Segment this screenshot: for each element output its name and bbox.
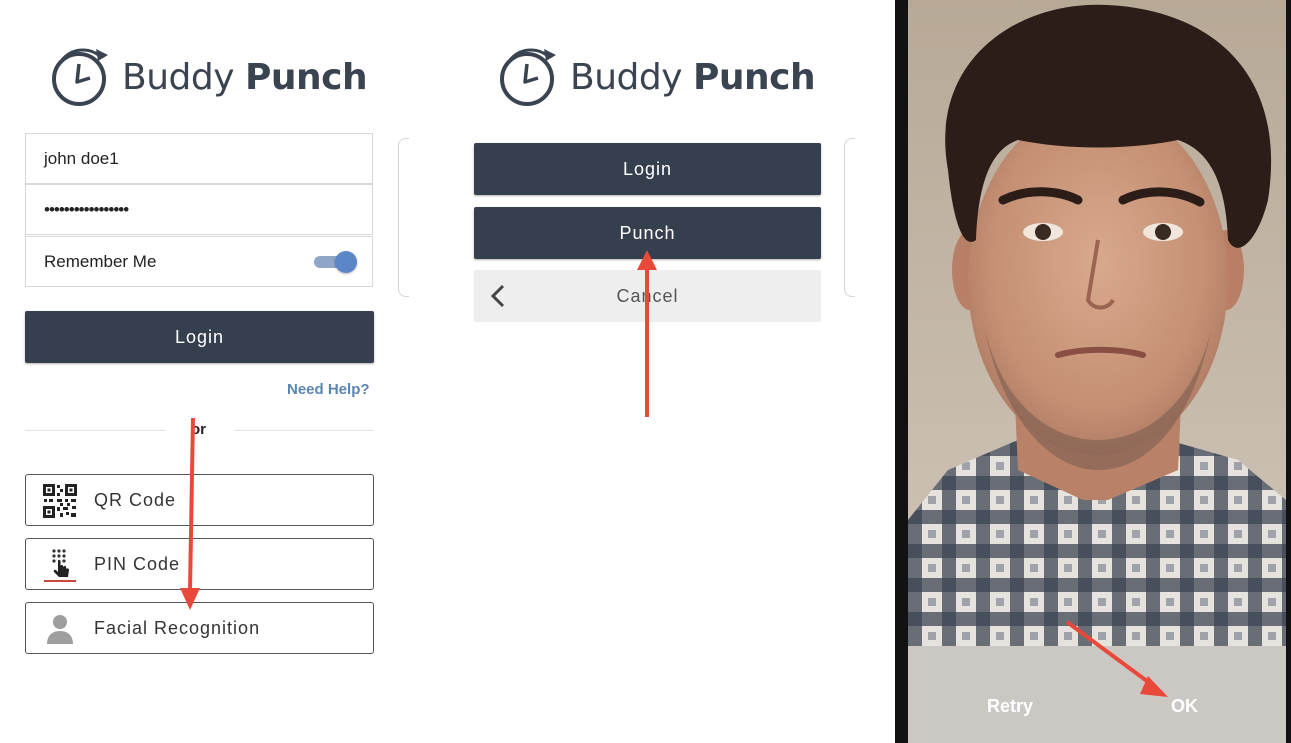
remember-me-label: Remember Me: [44, 252, 157, 271]
qr-code-icon: [42, 483, 78, 519]
buddy-punch-logo-2: Buddy Punch: [498, 46, 816, 108]
need-help-link[interactable]: Need Help?: [287, 381, 370, 398]
facial-recognition-label: Facial Recognition: [94, 618, 261, 638]
divider-right: [235, 430, 374, 431]
logo-text: Buddy Punch: [122, 56, 368, 98]
clock-logo-icon: [500, 48, 556, 106]
password-field[interactable]: •••••••••••••••••: [25, 184, 373, 235]
clock-logo-icon: [52, 48, 108, 106]
cancel-button[interactable]: Cancel: [474, 270, 821, 322]
login-button[interactable]: Login: [25, 311, 374, 363]
card-edge-left: [398, 138, 409, 297]
cancel-label: Cancel: [616, 286, 679, 306]
qr-code-label: QR Code: [94, 490, 177, 510]
remember-me-toggle[interactable]: [314, 251, 357, 273]
ok-button[interactable]: OK: [1171, 696, 1198, 717]
username-field[interactable]: john doe1: [25, 133, 373, 184]
username-value: john doe1: [44, 149, 119, 168]
pin-keypad-icon: [42, 547, 78, 583]
login-button-2[interactable]: Login: [474, 143, 821, 195]
facial-recognition-option[interactable]: Facial Recognition: [25, 602, 374, 654]
or-separator: or: [191, 421, 206, 438]
pin-code-label: PIN Code: [94, 554, 181, 574]
divider-left: [25, 430, 165, 431]
logo-text: Buddy Punch: [570, 56, 816, 98]
qr-code-option[interactable]: QR Code: [25, 474, 374, 526]
punch-button[interactable]: Punch: [474, 207, 821, 259]
password-value: •••••••••••••••••: [44, 200, 129, 219]
remember-me-row: Remember Me: [25, 236, 373, 287]
face-photo: [908, 0, 1286, 646]
pin-code-option[interactable]: PIN Code: [25, 538, 374, 590]
buddy-punch-logo: Buddy Punch: [50, 46, 368, 108]
login-button-label: Login: [174, 327, 225, 347]
person-icon: [42, 611, 78, 647]
camera-action-bar: Retry OK: [908, 646, 1286, 743]
retry-button[interactable]: Retry: [987, 696, 1033, 717]
punch-button-label: Punch: [619, 223, 676, 243]
camera-screen: Retry OK: [895, 0, 1291, 743]
card-edge-right: [844, 138, 855, 297]
login-button-label: Login: [622, 159, 673, 179]
